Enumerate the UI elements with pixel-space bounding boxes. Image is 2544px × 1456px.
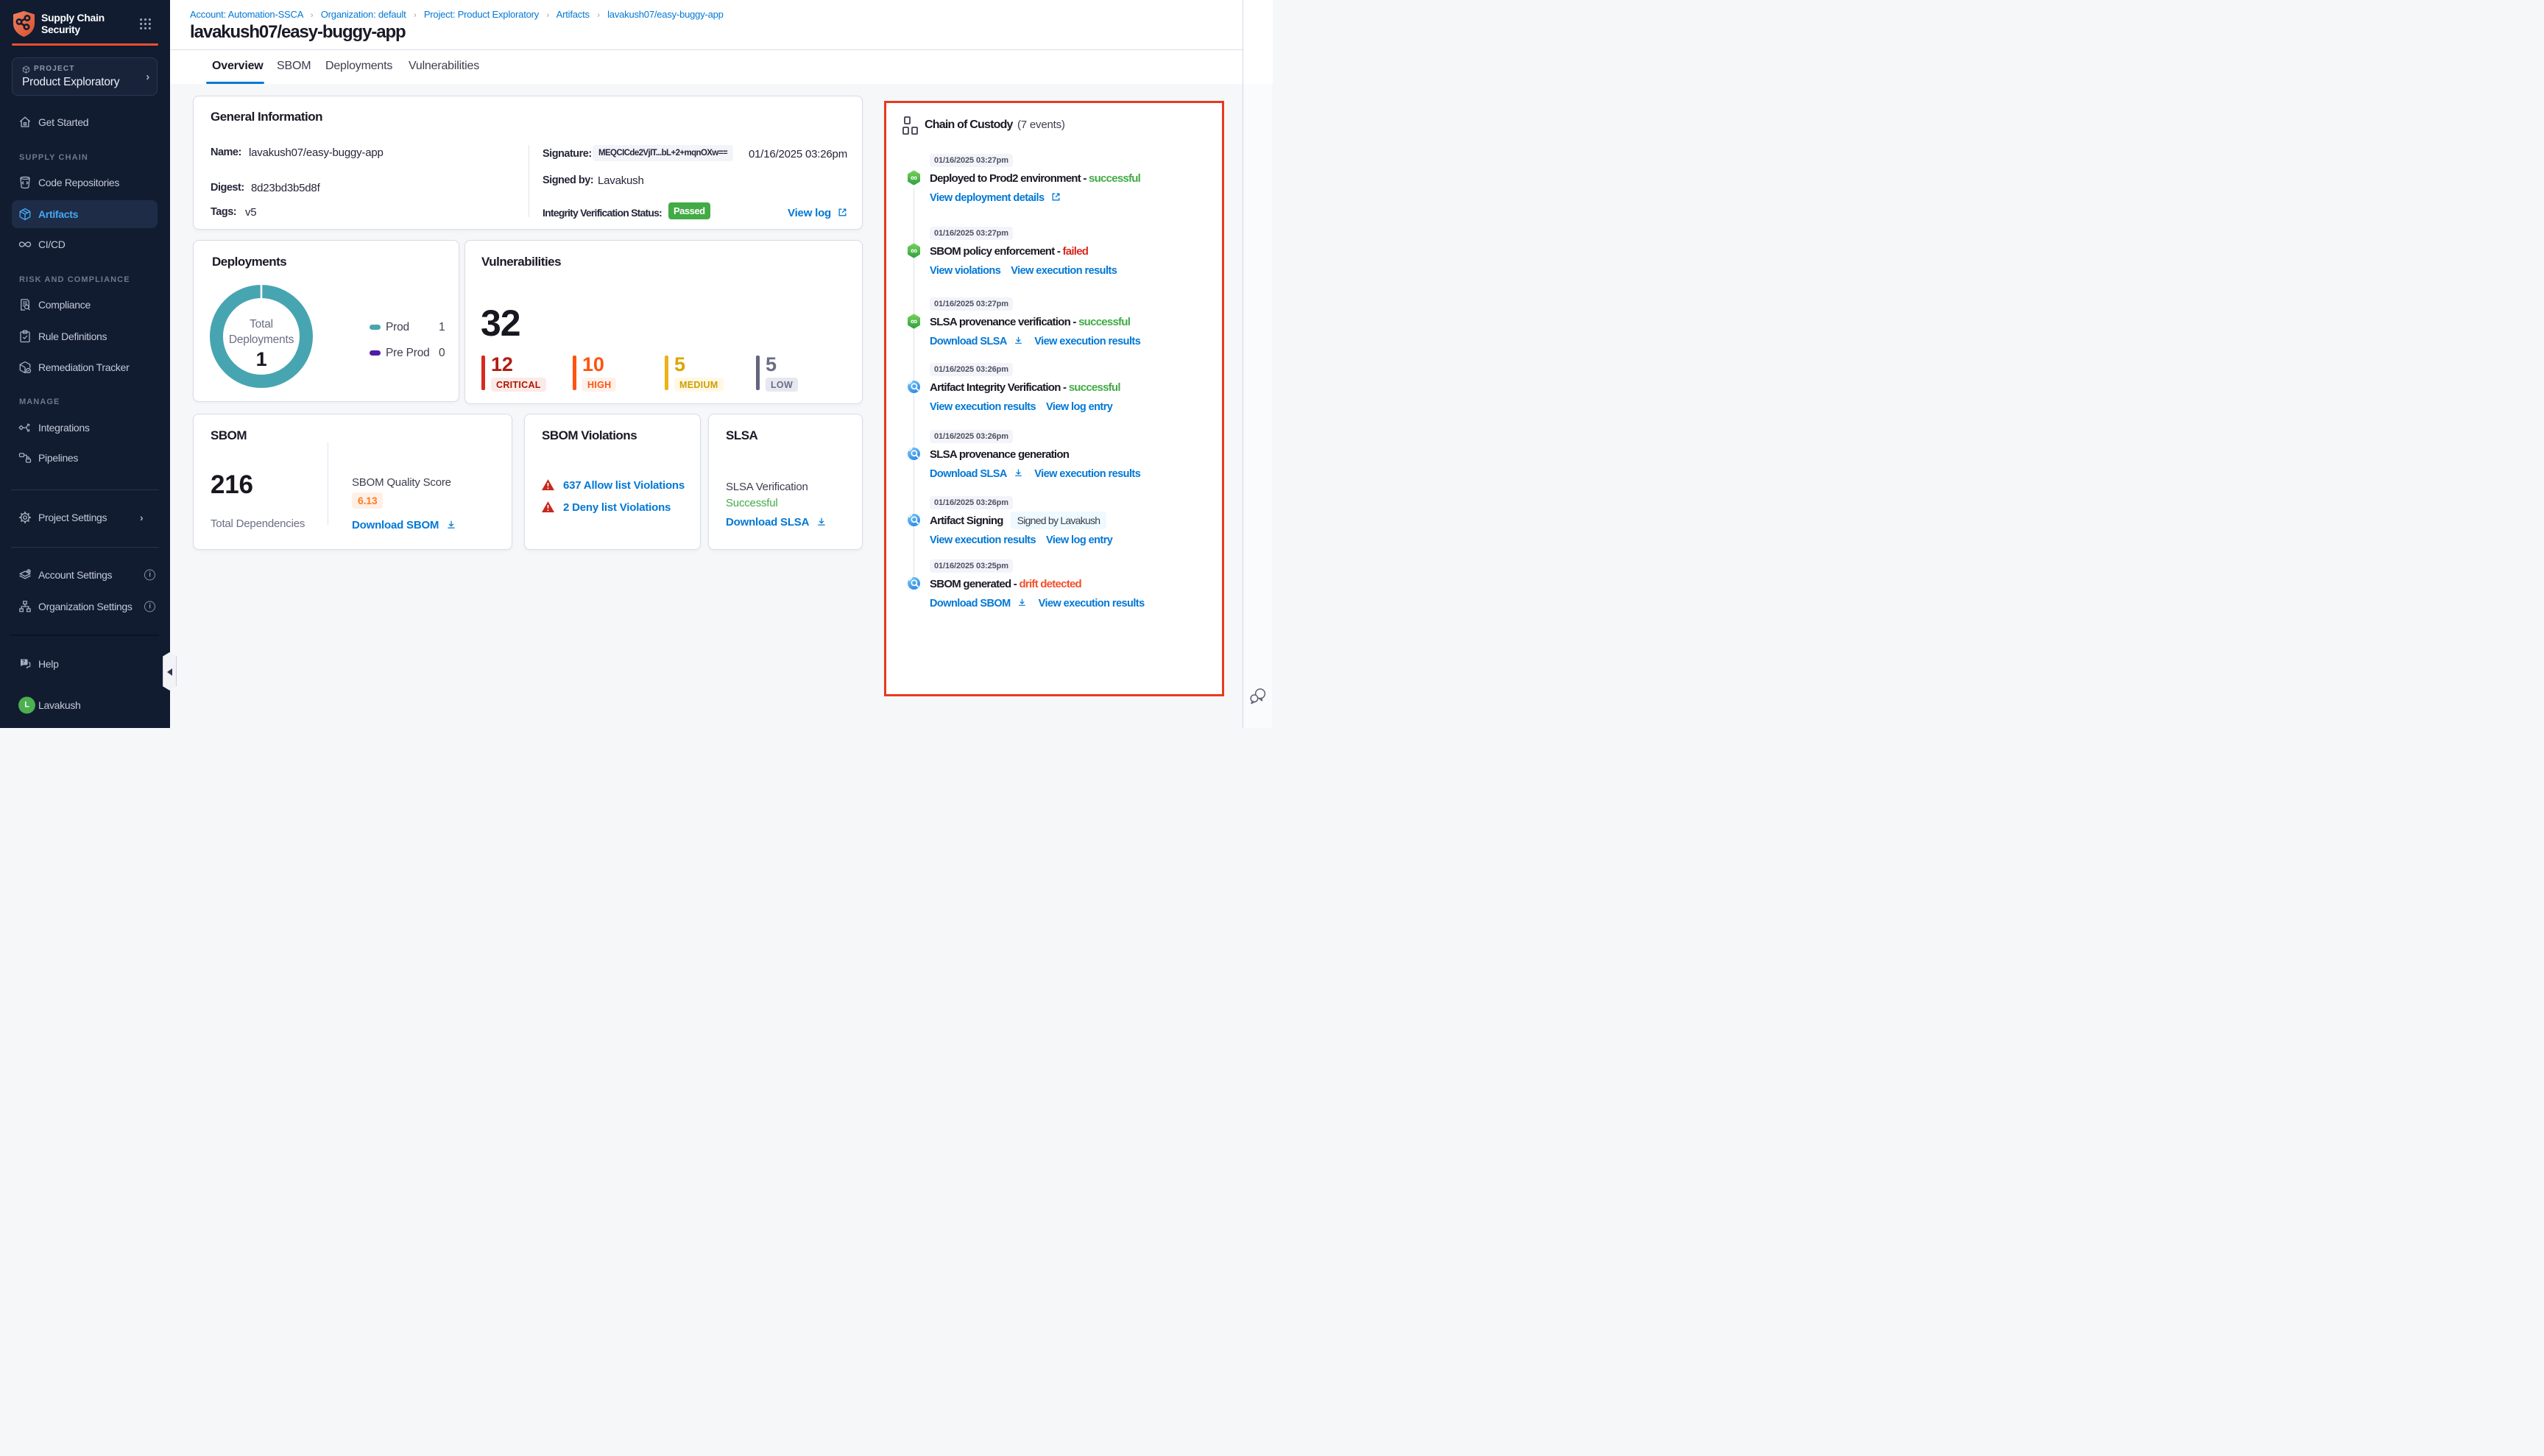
svg-text:∞: ∞: [911, 316, 917, 327]
svg-text:∞: ∞: [911, 172, 917, 183]
svg-text:?: ?: [22, 660, 25, 665]
svg-text:∞: ∞: [911, 245, 917, 256]
